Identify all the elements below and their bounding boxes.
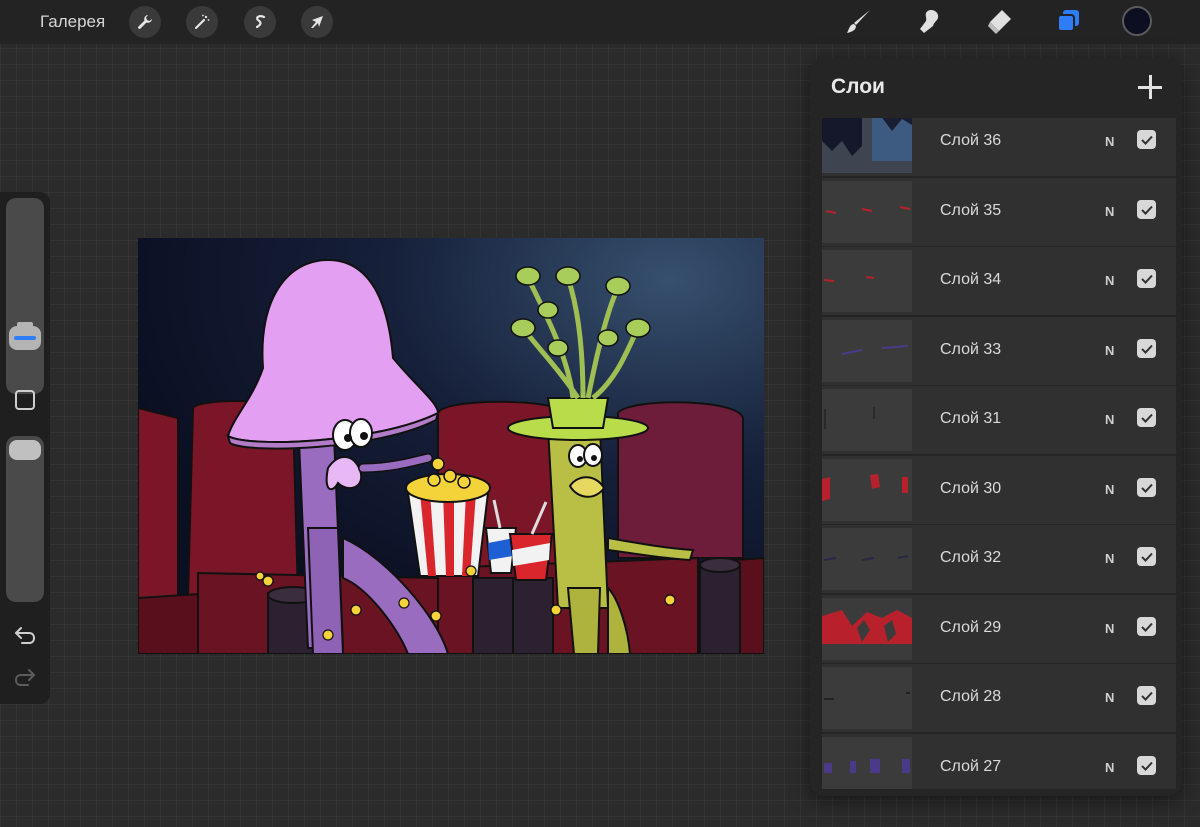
layer-row[interactable]: Слой 31 N (822, 386, 1176, 454)
layer-name: Слой 28 (940, 688, 1002, 705)
visibility-checkbox[interactable] (1137, 408, 1156, 427)
opacity-slider-handle[interactable] (9, 440, 41, 460)
checkmark-icon (1140, 413, 1153, 423)
layer-thumbnail (822, 181, 912, 243)
color-picker-button[interactable] (1122, 6, 1152, 36)
visibility-checkbox[interactable] (1137, 686, 1156, 705)
brush-size-slider-handle[interactable] (9, 322, 41, 350)
modify-button[interactable] (15, 390, 35, 410)
layer-thumbnail (822, 320, 912, 382)
layer-row[interactable]: Слой 32 N (822, 525, 1176, 593)
drawing-canvas[interactable] (138, 238, 764, 654)
checkmark-icon (1140, 135, 1153, 145)
blend-mode-button[interactable]: N (1105, 204, 1114, 219)
visibility-checkbox[interactable] (1137, 617, 1156, 636)
checkmark-icon (1140, 205, 1153, 215)
layer-list[interactable]: Слой 36 N Слой 35 N Слой 34 N Слой 33 N … (822, 118, 1176, 789)
visibility-checkbox[interactable] (1137, 547, 1156, 566)
eraser-icon[interactable] (982, 6, 1016, 38)
blend-mode-button[interactable]: N (1105, 690, 1114, 705)
smudge-icon[interactable] (912, 6, 946, 38)
top-toolbar: Галерея (0, 0, 1200, 44)
checkmark-icon (1140, 761, 1153, 771)
magic-wand-icon[interactable] (186, 6, 218, 38)
checkmark-icon (1140, 622, 1153, 632)
panel-title: Слои (831, 75, 885, 98)
layer-thumbnail (822, 528, 912, 590)
layer-thumbnail (822, 250, 912, 312)
visibility-checkbox[interactable] (1137, 478, 1156, 497)
layer-row[interactable]: Слой 36 N (822, 118, 1176, 176)
layer-name: Слой 33 (940, 341, 1002, 358)
layers-icon[interactable] (1051, 6, 1085, 38)
layer-row[interactable]: Слой 30 N (822, 456, 1176, 524)
blend-mode-button[interactable]: N (1105, 551, 1114, 566)
blend-mode-button[interactable]: N (1105, 343, 1114, 358)
layer-row[interactable]: Слой 29 N (822, 595, 1176, 663)
checkmark-icon (1140, 552, 1153, 562)
layer-row[interactable]: Слой 33 N (822, 317, 1176, 385)
layer-name: Слой 30 (940, 480, 1002, 497)
selection-s-icon[interactable] (244, 6, 276, 38)
brush-icon[interactable] (842, 6, 876, 38)
checkmark-icon (1140, 691, 1153, 701)
redo-icon[interactable] (13, 666, 37, 693)
visibility-checkbox[interactable] (1137, 269, 1156, 288)
layer-thumbnail (822, 737, 912, 789)
layer-row[interactable]: Слой 27 N (822, 734, 1176, 789)
layer-row[interactable]: Слой 35 N (822, 178, 1176, 246)
layer-row[interactable]: Слой 28 N (822, 664, 1176, 732)
visibility-checkbox[interactable] (1137, 130, 1156, 149)
checkmark-icon (1140, 344, 1153, 354)
brush-size-slider[interactable] (6, 198, 44, 394)
layer-thumbnail (822, 389, 912, 451)
layer-name: Слой 35 (940, 202, 1002, 219)
layers-panel: Слои Слой 36 N Слой 35 N Слой 34 N Слой … (810, 58, 1182, 796)
layer-thumbnail (822, 598, 912, 660)
layer-name: Слой 29 (940, 619, 1002, 636)
blend-mode-button[interactable]: N (1105, 412, 1114, 427)
arrow-cursor-icon[interactable] (301, 6, 333, 38)
layer-name: Слой 27 (940, 758, 1002, 775)
layer-row[interactable]: Слой 34 N (822, 247, 1176, 315)
blend-mode-button[interactable]: N (1105, 134, 1114, 149)
visibility-checkbox[interactable] (1137, 339, 1156, 358)
checkmark-icon (1140, 274, 1153, 284)
wrench-icon[interactable] (129, 6, 161, 38)
layer-name: Слой 31 (940, 410, 1002, 427)
layer-thumbnail (822, 667, 912, 729)
blend-mode-button[interactable]: N (1105, 760, 1114, 775)
add-layer-button[interactable] (1138, 75, 1162, 99)
blend-mode-button[interactable]: N (1105, 482, 1114, 497)
blend-mode-button[interactable]: N (1105, 273, 1114, 288)
layer-name: Слой 34 (940, 271, 1002, 288)
layer-thumbnail (822, 459, 912, 521)
layer-thumbnail (822, 118, 912, 173)
layer-name: Слой 36 (940, 132, 1002, 149)
undo-icon[interactable] (13, 624, 37, 651)
visibility-checkbox[interactable] (1137, 756, 1156, 775)
visibility-checkbox[interactable] (1137, 200, 1156, 219)
checkmark-icon (1140, 483, 1153, 493)
artwork-illustration (138, 238, 764, 654)
blend-mode-button[interactable]: N (1105, 621, 1114, 636)
opacity-slider[interactable] (6, 436, 44, 602)
layer-name: Слой 32 (940, 549, 1002, 566)
left-sidebar (0, 192, 50, 704)
gallery-button[interactable]: Галерея (40, 12, 105, 32)
